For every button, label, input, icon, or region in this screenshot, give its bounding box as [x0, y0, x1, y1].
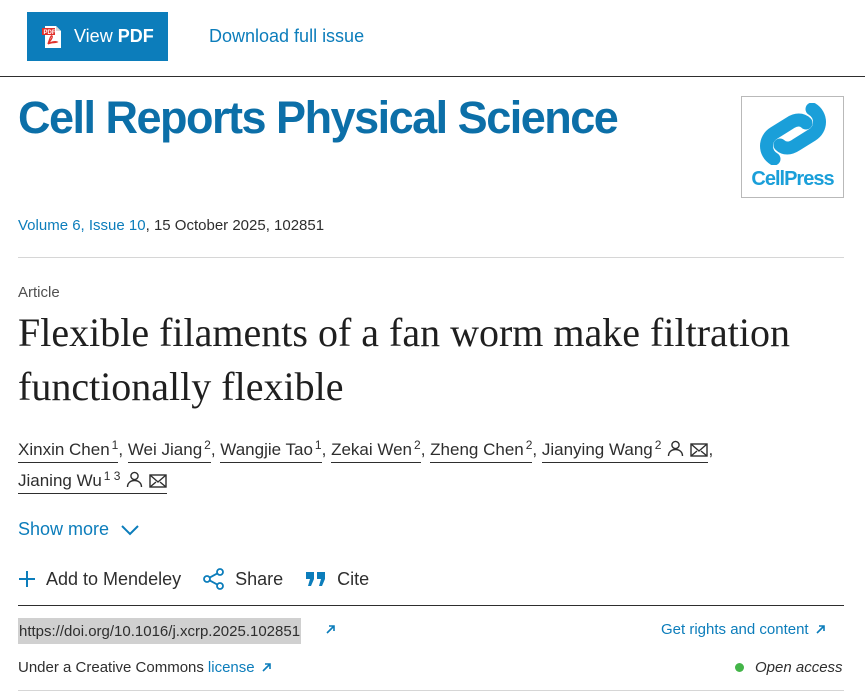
divider	[18, 690, 844, 691]
external-link-icon[interactable]	[261, 662, 272, 673]
show-more-label: Show more	[18, 519, 110, 539]
author-list: Xinxin Chen 1, Wei Jiang 2, Wangjie Tao 1, …	[18, 434, 848, 496]
divider	[18, 605, 844, 606]
open-access-badge: Open access	[735, 659, 843, 676]
cellpress-logo[interactable]: CellPress	[741, 96, 844, 198]
license-info: Under a Creative Commons license	[18, 659, 272, 676]
external-link-icon[interactable]	[325, 624, 336, 635]
view-pdf-label-bold: PDF	[117, 26, 154, 46]
person-icon	[127, 471, 143, 488]
chevron-down-icon	[121, 524, 139, 535]
share-button[interactable]: Share	[203, 568, 283, 590]
author-link[interactable]: Wangjie Tao 1	[220, 434, 322, 463]
cite-button[interactable]: Cite	[305, 569, 369, 590]
add-to-mendeley-button[interactable]: Add to Mendeley	[18, 569, 181, 590]
journal-title[interactable]: Cell Reports Physical Science	[18, 92, 619, 144]
article-title: Flexible filaments of a fan worm make fi…	[18, 310, 790, 409]
mail-icon	[149, 474, 168, 488]
author-link[interactable]: Wei Jiang 2	[127, 434, 211, 463]
plus-icon	[19, 571, 35, 587]
show-more-button[interactable]: Show more	[18, 519, 140, 540]
svg-text:PDF: PDF	[44, 30, 56, 36]
doi-link[interactable]: https://doi.org/10.1016/j.xcrp.2025.1028…	[18, 618, 302, 644]
author-link[interactable]: Jianying Wang 2	[541, 434, 709, 463]
volume-issue-link[interactable]: Volume 6, Issue 10	[18, 217, 146, 234]
person-icon	[668, 440, 684, 457]
cellpress-logo-text: CellPress	[751, 168, 834, 190]
author-link[interactable]: Zekai Wen 2	[331, 434, 421, 463]
article-type: Article	[18, 284, 60, 301]
view-pdf-button[interactable]: PDF View PDF	[27, 12, 168, 61]
pdf-file-icon: PDF	[42, 25, 61, 48]
external-link-icon	[816, 625, 825, 634]
open-access-label: Open access	[755, 659, 843, 676]
author-link[interactable]: Jianing Wu 1 3	[18, 465, 168, 494]
license-link[interactable]: license	[208, 659, 255, 676]
article-actions: Add to Mendeley Share Cite	[18, 568, 391, 590]
get-rights-link[interactable]: Get rights and content	[661, 621, 826, 638]
quote-icon	[306, 572, 326, 586]
author-link[interactable]: Xinxin Chen 1	[18, 434, 119, 463]
top-bar: PDF View PDF Download full issue	[0, 0, 865, 77]
mail-icon	[690, 443, 709, 457]
issue-date-id: , 15 October 2025, 102851	[145, 217, 325, 234]
divider	[18, 257, 844, 258]
open-access-dot-icon	[735, 663, 744, 672]
view-pdf-label: View	[74, 26, 113, 46]
download-full-issue-link[interactable]: Download full issue	[209, 26, 364, 47]
cellpress-logo-icon	[760, 103, 826, 165]
share-icon	[203, 568, 224, 590]
author-link[interactable]: Zheng Chen 2	[430, 434, 533, 463]
issue-info: Volume 6, Issue 10, 15 October 2025, 102…	[18, 217, 324, 234]
license-prefix: Under a Creative Commons	[18, 659, 204, 676]
